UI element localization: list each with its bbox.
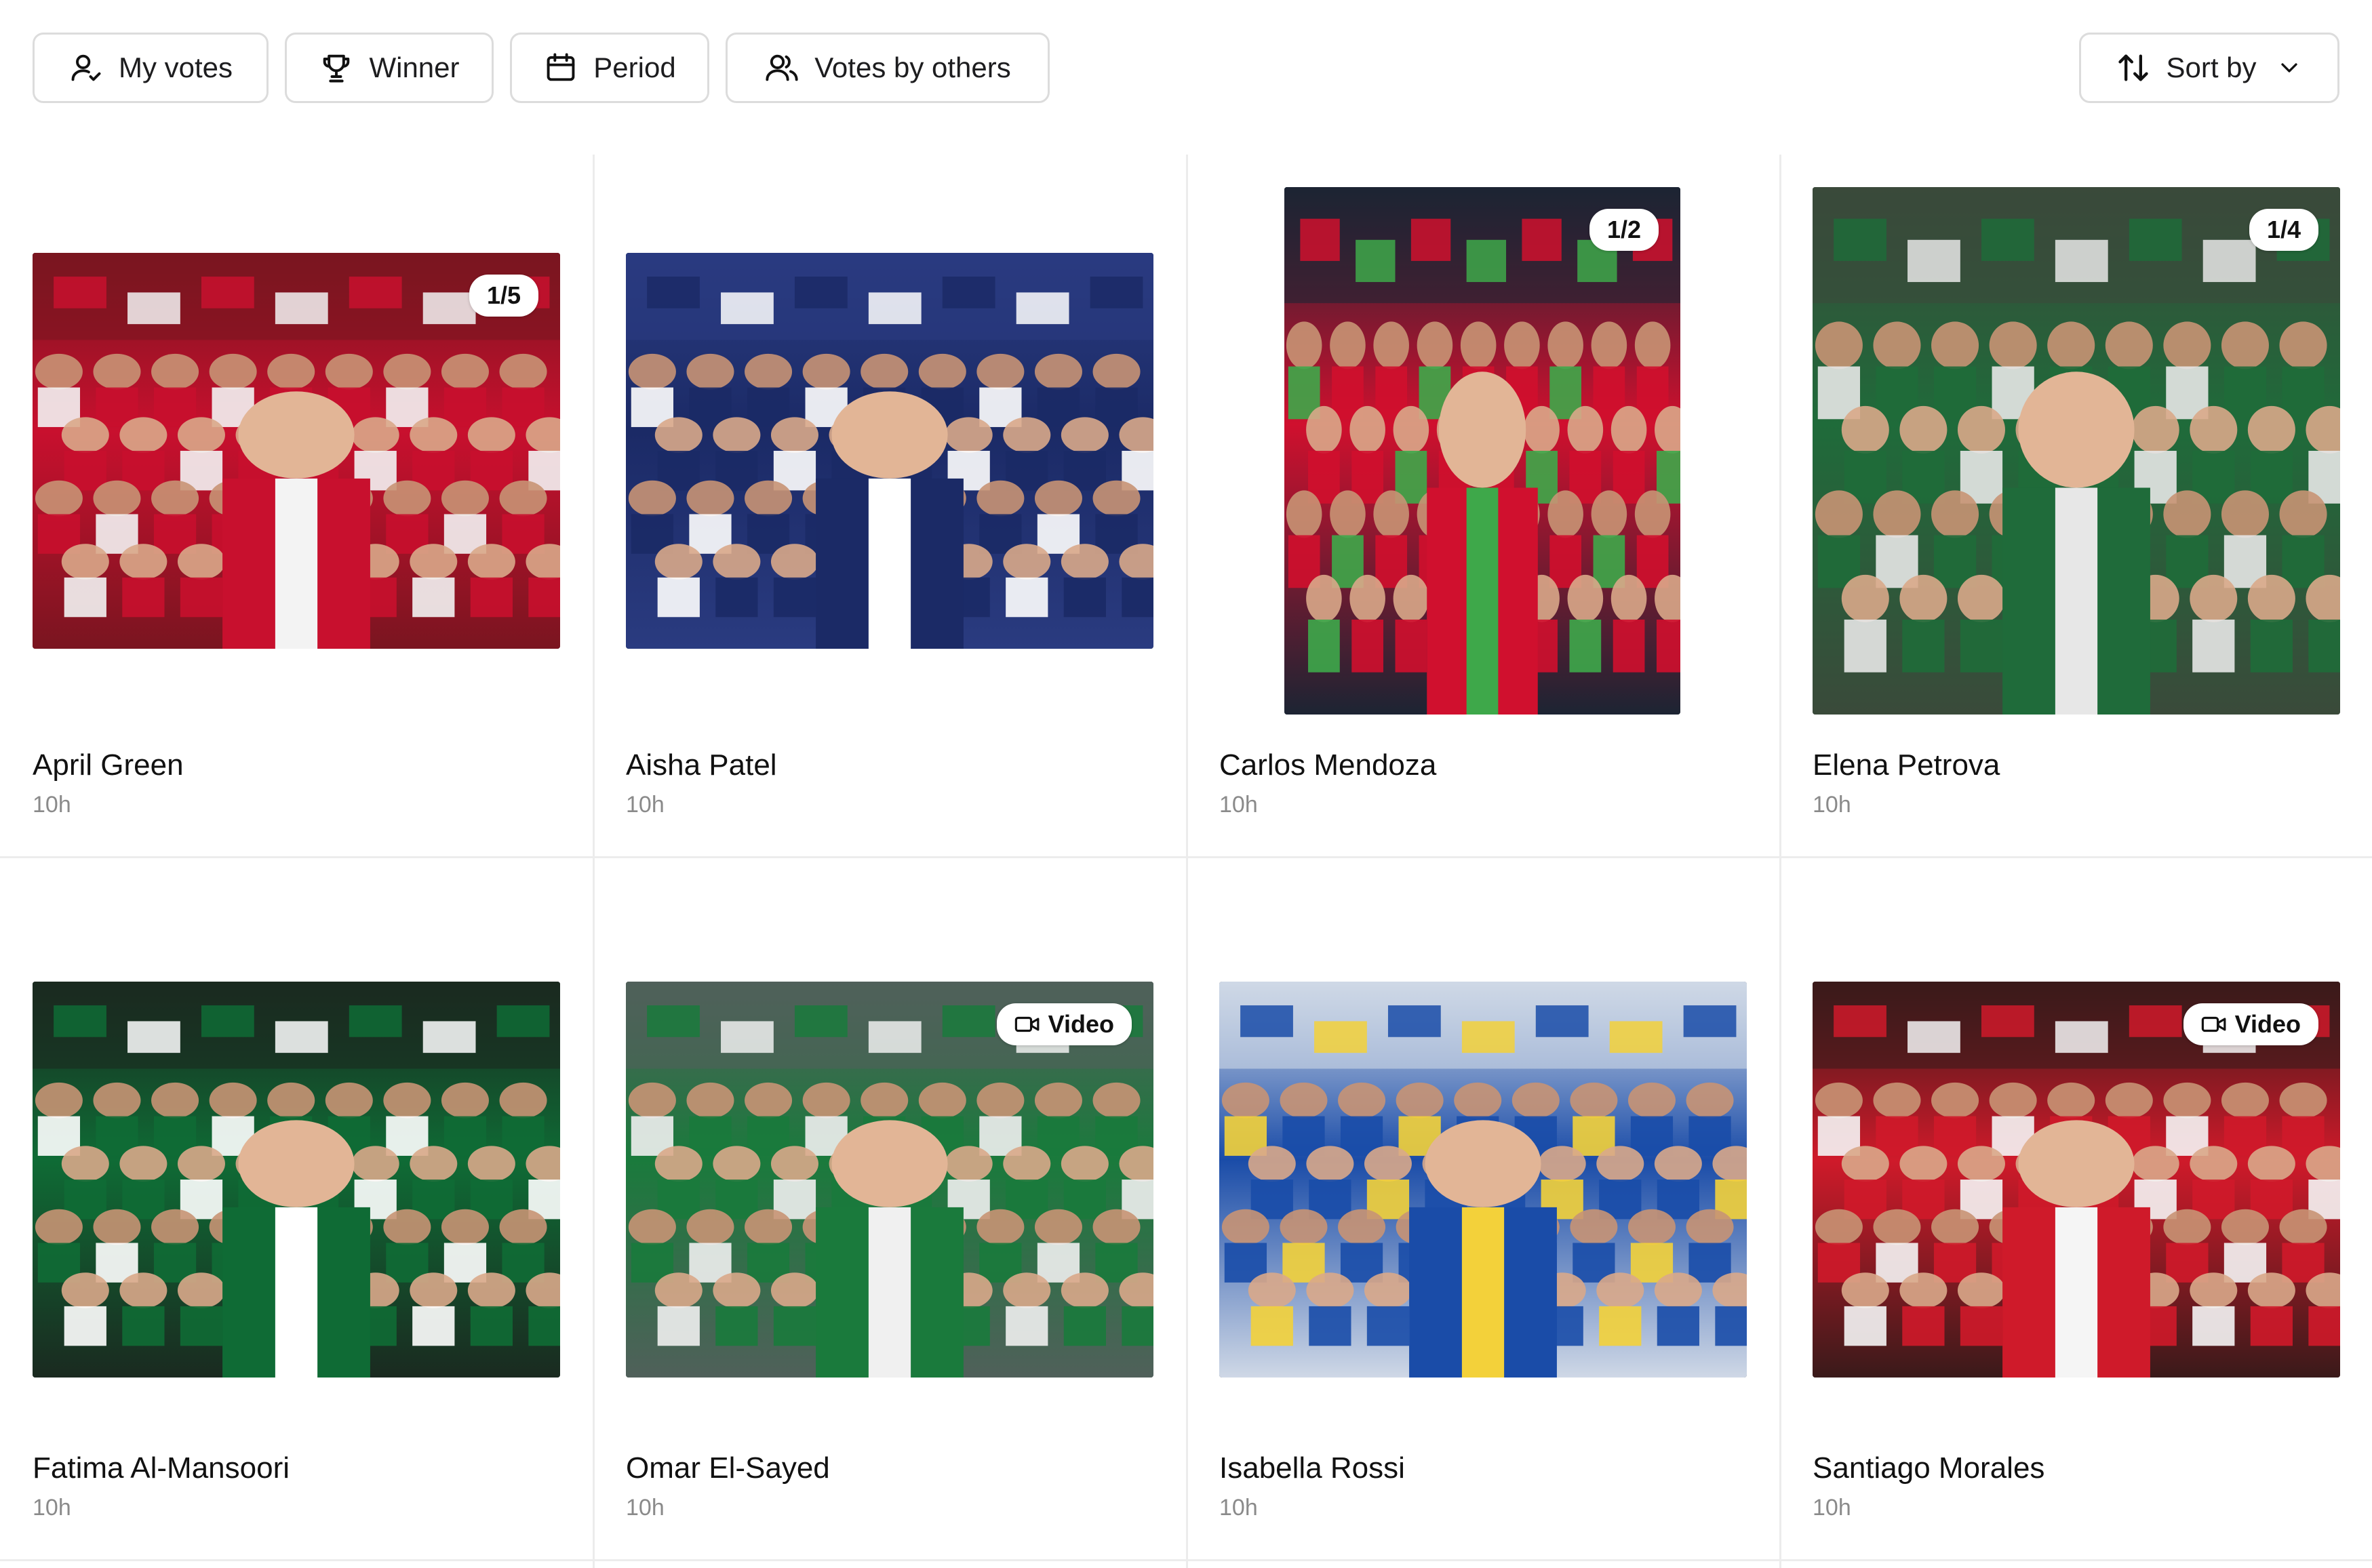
- entry-card[interactable]: Video Omar El-Sayed 10h: [593, 858, 1186, 1559]
- entry-name[interactable]: April Green: [33, 748, 184, 782]
- my-votes-filter-button[interactable]: My votes: [33, 33, 269, 103]
- entry-timestamp: 10h: [33, 792, 71, 818]
- image-count-badge: 1/4: [2249, 209, 2318, 251]
- entry-timestamp: 10h: [1813, 792, 1851, 818]
- crowd-scene: [33, 982, 560, 1378]
- entry-photo[interactable]: [33, 982, 560, 1378]
- period-label: Period: [593, 52, 676, 83]
- crowd-scene: [1284, 187, 1680, 715]
- badge-label: Video: [2234, 1010, 2301, 1038]
- user-check-icon: [71, 54, 101, 81]
- entry-photo[interactable]: 1/2: [1284, 187, 1680, 715]
- entry-name[interactable]: Isabella Rossi: [1219, 1451, 1405, 1485]
- entry-photo[interactable]: Video: [1813, 982, 2340, 1378]
- entry-name[interactable]: Fatima Al-Mansoori: [33, 1451, 290, 1485]
- image-count-badge: 1/2: [1589, 209, 1659, 251]
- video-camera-icon: [2201, 1016, 2226, 1032]
- entry-timestamp: 10h: [626, 1495, 665, 1521]
- image-count-badge: 1/5: [469, 275, 538, 317]
- entry-card[interactable]: Fatima Al-Mansoori 10h: [0, 858, 593, 1559]
- crowd-scene: [1219, 982, 1747, 1378]
- period-filter-button[interactable]: Period: [510, 33, 709, 103]
- entry-card[interactable]: 1/2 Carlos Mendoza 10h: [1187, 155, 1779, 856]
- sort-by-label: Sort by: [2166, 52, 2257, 83]
- sort-by-button[interactable]: Sort by: [2079, 33, 2339, 103]
- winner-label: Winner: [369, 52, 460, 83]
- entry-card[interactable]: Aisha Patel 10h: [593, 155, 1186, 856]
- entry-name[interactable]: Carlos Mendoza: [1219, 748, 1436, 782]
- votes-by-others-label: Votes by others: [814, 52, 1011, 83]
- badge-label: Video: [1048, 1010, 1114, 1038]
- entry-timestamp: 10h: [1219, 792, 1258, 818]
- calendar-icon: [547, 53, 575, 81]
- sort-arrows-icon: [2118, 54, 2149, 81]
- entry-photo[interactable]: [1219, 982, 1747, 1378]
- crowd-scene: [1813, 187, 2340, 715]
- entry-timestamp: 10h: [33, 1495, 71, 1521]
- trophy-icon: [323, 54, 350, 83]
- chevron-down-icon: [2280, 63, 2297, 73]
- my-votes-label: My votes: [118, 52, 233, 83]
- video-badge: Video: [2183, 1003, 2318, 1045]
- grid-divider: [0, 1559, 2372, 1561]
- entry-name[interactable]: Omar El-Sayed: [626, 1451, 830, 1485]
- video-camera-icon: [1014, 1016, 1040, 1032]
- winner-filter-button[interactable]: Winner: [285, 33, 494, 103]
- entry-photo[interactable]: [626, 253, 1153, 649]
- entry-photo[interactable]: Video: [626, 982, 1153, 1378]
- entry-card[interactable]: 1/5 April Green 10h: [0, 155, 593, 856]
- entry-timestamp: 10h: [626, 792, 665, 818]
- entry-name[interactable]: Elena Petrova: [1813, 748, 2000, 782]
- entry-card[interactable]: Isabella Rossi 10h: [1187, 858, 1779, 1559]
- entry-photo[interactable]: 1/5: [33, 253, 560, 649]
- badge-label: 1/5: [486, 281, 521, 309]
- entries-grid: 1/5 April Green 10h Aisha Patel 10h 1/2 Carlos…: [0, 155, 2372, 1568]
- video-badge: Video: [996, 1003, 1132, 1045]
- entry-card[interactable]: Video Santiago Morales 10h: [1780, 858, 2372, 1559]
- entry-card[interactable]: 1/4 Elena Petrova 10h: [1780, 155, 2372, 856]
- users-icon: [766, 54, 798, 81]
- entry-name[interactable]: Aisha Patel: [626, 748, 777, 782]
- badge-label: 1/4: [2266, 216, 2301, 243]
- crowd-scene: [626, 253, 1153, 649]
- badge-label: 1/2: [1606, 216, 1641, 243]
- entry-timestamp: 10h: [1813, 1495, 1851, 1521]
- filter-toolbar: My votes Winner Period Votes by others S…: [0, 0, 2372, 139]
- entry-photo[interactable]: 1/4: [1813, 187, 2340, 715]
- entry-timestamp: 10h: [1219, 1495, 1258, 1521]
- entry-name[interactable]: Santiago Morales: [1813, 1451, 2044, 1485]
- votes-by-others-filter-button[interactable]: Votes by others: [726, 33, 1050, 103]
